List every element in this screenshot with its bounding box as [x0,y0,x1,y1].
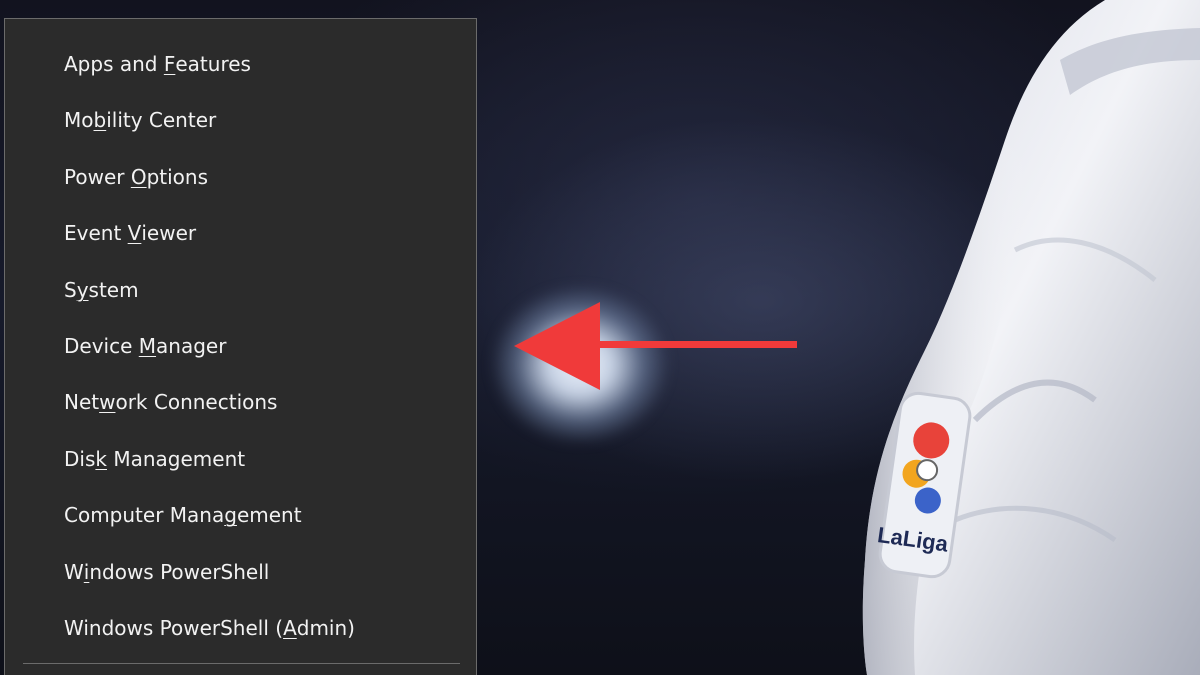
menu-item-label: Disk Management [64,447,245,471]
label-text: Mo [64,108,94,133]
label-text: Device [64,334,139,358]
menu-item-label: Event Viewer [64,221,196,245]
label-text: Power [64,164,131,189]
menu-item-power-options[interactable]: Power Options [5,149,476,205]
menu-item-system[interactable]: System [5,262,476,318]
label-text: W [64,559,84,584]
menu-item-label: Computer Management [64,503,302,527]
menu-item-label: Network Connections [64,390,277,414]
winx-context-menu: Apps and Features Mobility Center Power Op… [4,18,477,675]
label-text: ility Center [106,108,217,133]
player-shoulder-image: LaLiga [862,0,1200,675]
menu-item-computer-management[interactable]: Computer Management [5,487,476,543]
access-key: k [95,446,107,471]
access-key: g [224,503,237,528]
label-text: Net [64,390,100,415]
red-arrow-left-icon [514,302,797,390]
menu-item-label: Windows PowerShell (Admin) [64,616,355,640]
menu-item-windows-powershell[interactable]: Windows PowerShell [5,544,476,600]
label-text: ndows PowerShell [89,559,270,584]
menu-item-mobility-center[interactable]: Mobility Center [5,92,476,148]
label-text: eatures [175,52,251,76]
label-text: Dis [64,446,96,471]
menu-item-device-manager[interactable]: Device Manager [5,318,476,374]
label-text: Management [106,446,246,471]
label-text: S [64,277,77,302]
label-text: anager [156,334,227,358]
menu-item-windows-powershell-admin[interactable]: Windows PowerShell (Admin) [5,600,476,656]
menu-item-label: Device Manager [64,334,226,358]
access-key: M [138,334,157,358]
menu-item-label: Apps and Features [64,52,251,76]
menu-item-label: Power Options [64,165,208,189]
menu-item-apps-and-features[interactable]: Apps and Features [5,36,476,92]
menu-item-event-viewer[interactable]: Event Viewer [5,205,476,261]
menu-item-label: System [64,278,139,302]
menu-item-network-connections[interactable]: Network Connections [5,374,476,430]
access-key: y [76,277,89,302]
label-text: stem [88,277,139,302]
label-text: Computer Mana [64,503,225,528]
label-text: ptions [146,164,209,189]
access-key: V [127,221,142,246]
label-text: ement [236,503,302,528]
label-text: ork Connections [115,390,278,415]
menu-item-label: Windows PowerShell [64,560,269,584]
menu-item-label: Mobility Center [64,108,216,132]
desktop-background: LaLiga Apps and Features Mobility Center P… [0,0,1200,675]
menu-separator [23,663,460,664]
access-key: A [283,616,297,640]
access-key: O [130,164,147,189]
access-key: b [93,108,107,133]
label-text: dmin) [296,616,355,640]
access-key: F [163,52,176,76]
label-text: Event [64,221,128,246]
label-text: Apps and [64,52,164,76]
label-text: iewer [141,221,197,246]
access-key: w [99,390,116,415]
menu-item-disk-management[interactable]: Disk Management [5,431,476,487]
label-text: Windows PowerShell ( [64,616,284,640]
